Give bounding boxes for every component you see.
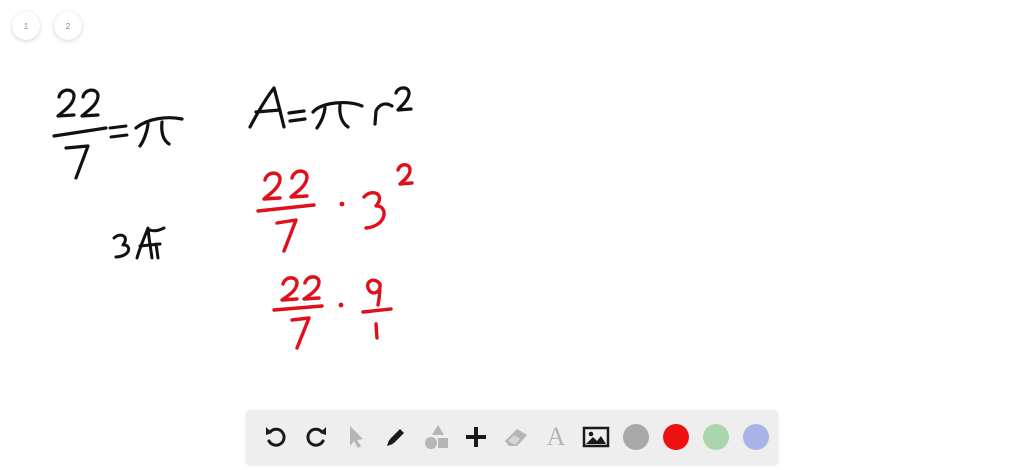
fraction-9-over-1-red — [361, 278, 393, 340]
multiply-dot-red-second — [338, 302, 344, 308]
color-swatch-green — [703, 424, 729, 450]
whiteboard-canvas[interactable] — [0, 0, 1024, 405]
shapes-icon — [425, 425, 448, 449]
select-pointer-icon — [350, 426, 363, 448]
equals-sign-black — [108, 124, 129, 139]
color-swatch-blue — [743, 424, 769, 450]
pi-symbol-black — [134, 116, 184, 148]
redo-button[interactable] — [296, 417, 336, 457]
select-tool-button[interactable] — [336, 417, 376, 457]
image-tool-button[interactable] — [576, 417, 616, 457]
three-squared-red — [362, 163, 414, 230]
fraction-22-over-7-red — [256, 169, 316, 253]
eraser-tool-button[interactable] — [496, 417, 536, 457]
undo-icon — [266, 427, 286, 447]
plus-icon — [466, 427, 486, 447]
add-button[interactable] — [456, 417, 496, 457]
scribble-3a-black — [112, 226, 166, 260]
redo-icon — [306, 427, 326, 447]
fraction-22-over-7-red-second — [272, 275, 324, 350]
color-gray-button[interactable] — [616, 417, 656, 457]
multiply-dot-red — [339, 201, 345, 207]
eraser-icon — [505, 429, 527, 446]
color-red-button[interactable] — [656, 417, 696, 457]
area-formula-black — [248, 86, 413, 130]
fraction-22-over-7-black — [52, 88, 108, 180]
text-tool-button[interactable]: A — [536, 417, 576, 457]
color-blue-button[interactable] — [736, 417, 776, 457]
color-swatch-red — [663, 424, 689, 450]
text-icon: A — [546, 422, 566, 451]
pencil-tool-button[interactable] — [376, 417, 416, 457]
pencil-icon — [387, 429, 404, 446]
image-icon — [582, 426, 610, 448]
shapes-tool-button[interactable] — [416, 417, 456, 457]
color-green-button[interactable] — [696, 417, 736, 457]
undo-button[interactable] — [256, 417, 296, 457]
color-swatch-gray — [623, 424, 649, 450]
drawing-toolbar: A — [246, 410, 778, 464]
